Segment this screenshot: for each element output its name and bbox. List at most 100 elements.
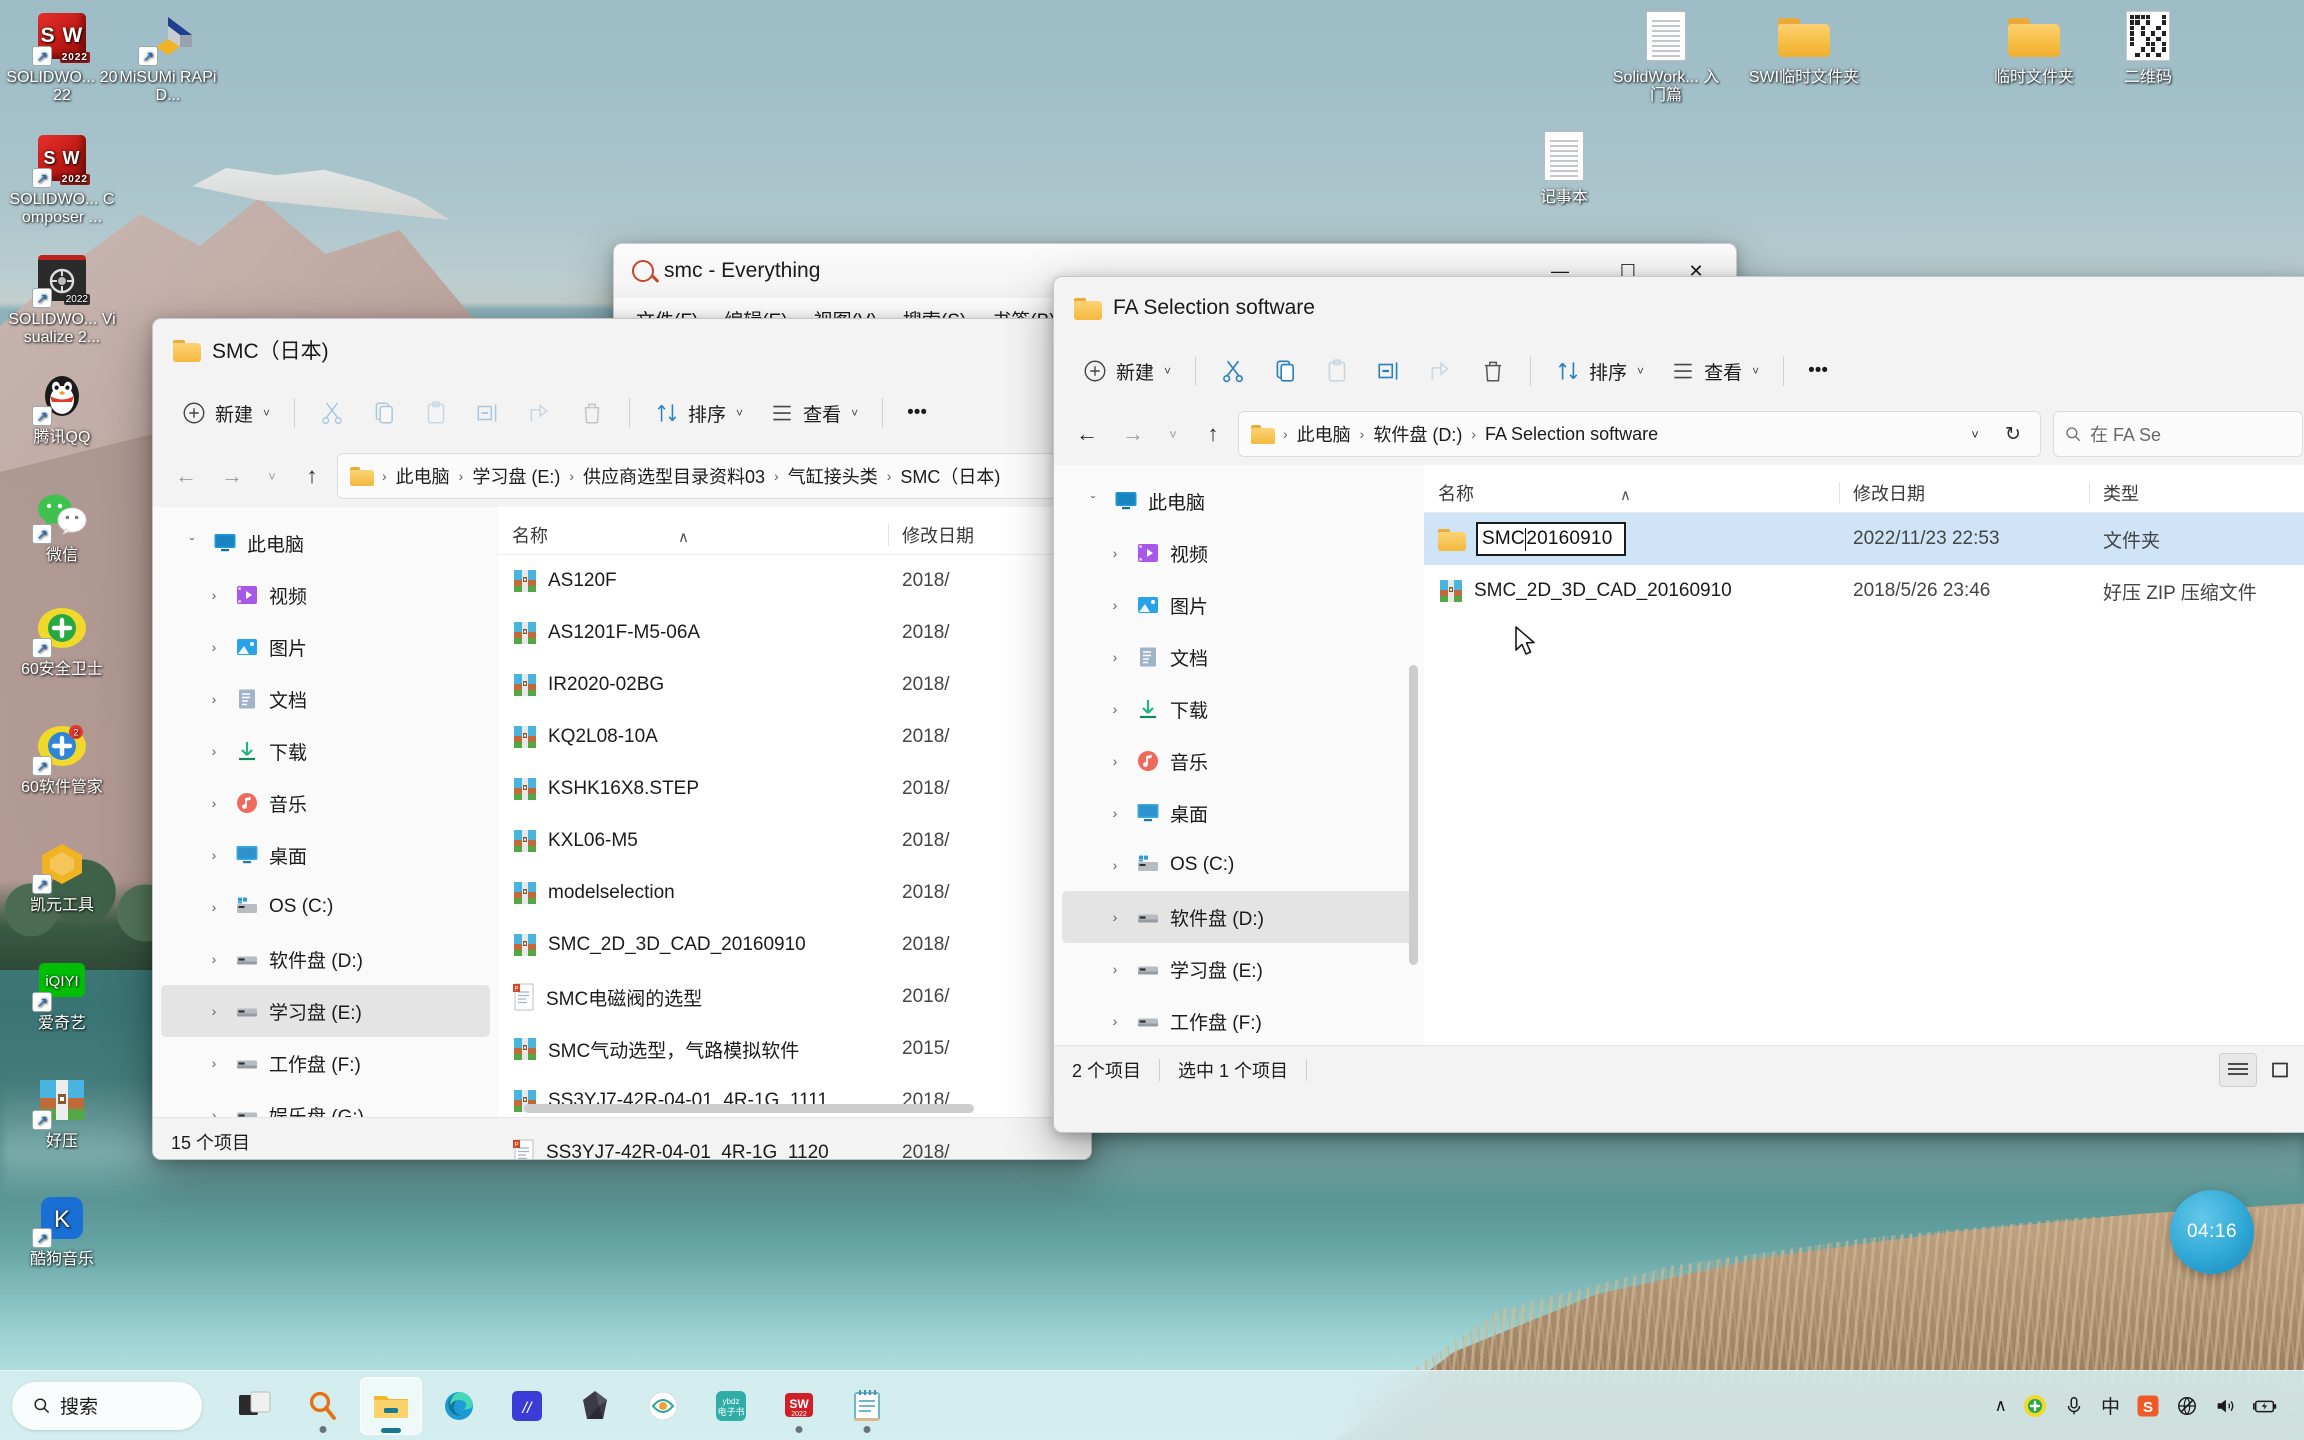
desktop-icon-tencent-qq[interactable]: ↗ 腾讯QQ bbox=[6, 368, 118, 447]
taskbar-app-obsidian-icon[interactable] bbox=[564, 1377, 626, 1435]
smc-cut-button[interactable] bbox=[307, 390, 357, 436]
fa-nav-item-9[interactable]: › 学习盘 (E:) bbox=[1062, 943, 1416, 995]
smc-row-name-cell[interactable]: AS120F bbox=[498, 568, 888, 594]
desktop-icon-kaiyuan-tools[interactable]: ↗ 凯元工具 bbox=[6, 836, 118, 915]
desktop-icon-temp-folder[interactable]: 临时文件夹 bbox=[1978, 8, 2090, 87]
fa-navigation-pane[interactable]: ˇ 此电脑 › 视频 › 图片 › 文档 › 下载 › 音乐 › 桌面 › OS… bbox=[1054, 465, 1424, 1045]
fa-breadcrumb-item-0[interactable]: 此电脑 bbox=[1292, 418, 1356, 450]
smc-breadcrumb-item-3[interactable]: 气缸接头类 bbox=[783, 460, 883, 492]
smc-file-rows[interactable]: AS120F 2018/ AS1201F-M5-06A 2018/ IR2020-0… bbox=[498, 555, 1091, 1159]
fa-row-name-cell[interactable]: SMC 20160910 bbox=[1424, 522, 1839, 556]
table-row[interactable]: AS1201F-M5-06A 2018/ bbox=[498, 607, 1091, 659]
fa-forward-button[interactable]: → bbox=[1112, 413, 1154, 455]
smc-copy-button[interactable] bbox=[359, 390, 409, 436]
chevron-right-icon[interactable]: › bbox=[1104, 649, 1126, 665]
fa-nav-item-4[interactable]: › 下载 bbox=[1062, 683, 1416, 735]
fa-search-box[interactable]: 在 FA Se bbox=[2053, 411, 2303, 457]
table-row[interactable]: P SS3YJ7-42R-04-01_4R-1G_1120 2018/ bbox=[498, 1127, 1091, 1159]
chevron-right-icon[interactable]: › bbox=[1104, 545, 1126, 561]
360-safe-tray-icon[interactable] bbox=[2023, 1394, 2047, 1418]
desktop-icon-notepad-doc[interactable]: 记事本 bbox=[1508, 128, 1620, 207]
smc-up-button[interactable]: ↑ bbox=[291, 455, 333, 497]
chevron-right-icon[interactable]: › bbox=[1104, 909, 1126, 925]
table-row[interactable]: P SMC电磁阀的选型 2016/ bbox=[498, 971, 1091, 1023]
table-row[interactable]: AS120F 2018/ bbox=[498, 555, 1091, 607]
desktop-icon-iqiyi[interactable]: iQIYI ↗ 爱奇艺 bbox=[6, 954, 118, 1033]
table-row[interactable]: SMC_2D_3D_CAD_20160910 2018/5/26 23:46 好压 … bbox=[1424, 565, 2304, 617]
chevron-down-icon[interactable]: ˇ bbox=[1082, 493, 1104, 509]
smc-row-name-cell[interactable]: KSHK16X8.STEP bbox=[498, 776, 888, 802]
smc-nav-item-5[interactable]: › 音乐 bbox=[161, 777, 490, 829]
table-row[interactable]: SS3YJ7-42R-04-01_4R-1G_1111 2018/ bbox=[498, 1075, 1091, 1127]
smc-titlebar[interactable]: SMC（日本) bbox=[153, 319, 1091, 381]
show-hidden-icons-chevron[interactable]: ∧ bbox=[1995, 1396, 2007, 1416]
desktop-icon-360-safe[interactable]: ↗ 60安全卫士 bbox=[6, 600, 118, 679]
table-row[interactable]: IR2020-02BG 2018/ bbox=[498, 659, 1091, 711]
smc-nav-item-8[interactable]: › 软件盘 (D:) bbox=[161, 933, 490, 985]
fa-nav-item-10[interactable]: › 工作盘 (F:) bbox=[1062, 995, 1416, 1045]
fa-column-headers[interactable]: 名称 ∧ 修改日期 类型 bbox=[1424, 465, 2304, 513]
smc-row-name-cell[interactable]: IR2020-02BG bbox=[498, 672, 888, 698]
fa-nav-item-2[interactable]: › 图片 bbox=[1062, 579, 1416, 631]
smc-breadcrumb-item-2[interactable]: 供应商选型目录资料03 bbox=[578, 460, 770, 492]
chevron-right-icon[interactable]: › bbox=[203, 795, 225, 811]
smc-column-name[interactable]: 名称 ∧ bbox=[498, 522, 888, 548]
taskbar-app-misumi-icon[interactable]: // bbox=[496, 1377, 558, 1435]
fa-cut-button[interactable] bbox=[1208, 348, 1258, 394]
chevron-right-icon[interactable]: › bbox=[203, 691, 225, 707]
smc-row-name-cell[interactable]: P SS3YJ7-42R-04-01_4R-1G_1120 bbox=[498, 1139, 888, 1159]
fa-nav-item-8[interactable]: › 软件盘 (D:) bbox=[1062, 891, 1416, 943]
fa-breadcrumb-item-1[interactable]: 软件盘 (D:) bbox=[1368, 418, 1467, 450]
fa-up-button[interactable]: ↑ bbox=[1192, 413, 1234, 455]
fa-rename-button[interactable] bbox=[1364, 348, 1414, 394]
fa-file-rows[interactable]: SMC 20160910 2022/11/23 22:53 文件夹 SMC_2D_3D… bbox=[1424, 513, 2304, 617]
fa-new-button[interactable]: 新建 ˅ bbox=[1070, 348, 1183, 394]
system-tray[interactable]: ∧ 中 S bbox=[1995, 1392, 2292, 1419]
chevron-right-icon[interactable]: › bbox=[1104, 1013, 1126, 1029]
chevron-right-icon[interactable]: › bbox=[203, 951, 225, 967]
smc-row-name-cell[interactable]: KQ2L08-10A bbox=[498, 724, 888, 750]
fa-view-button[interactable]: 查看 ˅ bbox=[1658, 348, 1771, 394]
taskbar-app-taskview-icon[interactable] bbox=[224, 1377, 286, 1435]
smc-view-button[interactable]: 查看 ˅ bbox=[757, 390, 870, 436]
smc-nav-item-4[interactable]: › 下载 bbox=[161, 725, 490, 777]
chevron-right-icon[interactable]: › bbox=[203, 1107, 225, 1117]
fa-file-list-pane[interactable]: 名称 ∧ 修改日期 类型 SMC 20160910 2022/11/23 22:53… bbox=[1424, 465, 2304, 1045]
smc-forward-button[interactable]: → bbox=[211, 455, 253, 497]
desktop-icon-wechat[interactable]: ↗ 微信 bbox=[6, 486, 118, 565]
chevron-right-icon[interactable]: › bbox=[1104, 597, 1126, 613]
smc-explorer-window[interactable]: SMC（日本) 新建 ˅ 排序 ˅ 查看 ˅ ••• ← → ˅ ↑ › 此电脑… bbox=[152, 318, 1092, 1160]
taskbar-app-file-explorer-icon[interactable] bbox=[360, 1376, 422, 1435]
table-row[interactable]: modelselection 2018/ bbox=[498, 867, 1091, 919]
chevron-right-icon[interactable]: › bbox=[203, 639, 225, 655]
smc-nav-item-2[interactable]: › 图片 bbox=[161, 621, 490, 673]
fa-column-date[interactable]: 修改日期 bbox=[1839, 480, 2089, 506]
smc-delete-button[interactable] bbox=[567, 390, 617, 436]
chevron-right-icon[interactable]: › bbox=[203, 899, 225, 915]
chevron-right-icon[interactable]: › bbox=[203, 743, 225, 759]
chevron-right-icon[interactable]: › bbox=[1104, 701, 1126, 717]
taskbar-app-wps-icon[interactable] bbox=[632, 1377, 694, 1435]
taskbar-app-everything-icon[interactable] bbox=[292, 1377, 354, 1435]
taskbar-app-buttons[interactable]: //ybdz 电子书 SW 2022 bbox=[224, 1376, 898, 1435]
smc-nav-item-10[interactable]: › 工作盘 (F:) bbox=[161, 1037, 490, 1089]
volume-icon[interactable] bbox=[2214, 1395, 2236, 1417]
smc-row-name-cell[interactable]: SMC气动选型，气路模拟软件 bbox=[498, 1036, 888, 1063]
smc-nav-item-7[interactable]: › OS (C:) bbox=[161, 881, 490, 933]
smc-toolbar[interactable]: 新建 ˅ 排序 ˅ 查看 ˅ ••• bbox=[153, 381, 1091, 445]
taskbar[interactable]: 搜索 //ybdz 电子书 SW 2022 ∧ 中 S bbox=[0, 1370, 2304, 1440]
fa-nav-item-3[interactable]: › 文档 bbox=[1062, 631, 1416, 683]
table-row[interactable]: SMC_2D_3D_CAD_20160910 2018/ bbox=[498, 919, 1091, 971]
smc-nav-item-11[interactable]: › 娱乐盘 (G:) bbox=[161, 1089, 490, 1117]
desktop-icon-kugou-music[interactable]: K ↗ 酷狗音乐 bbox=[6, 1190, 118, 1269]
fa-more-button[interactable]: ••• bbox=[1796, 348, 1840, 394]
smc-row-name-cell[interactable]: KXL06-M5 bbox=[498, 828, 888, 854]
fa-back-button[interactable]: ← bbox=[1066, 413, 1108, 455]
fa-nav-item-0[interactable]: ˇ 此电脑 bbox=[1062, 475, 1416, 527]
desktop-icon-haozip[interactable]: ↗ 好压 bbox=[6, 1072, 118, 1151]
taskbar-app-ybdz-icon[interactable]: ybdz 电子书 bbox=[700, 1377, 762, 1435]
sogou-ime-icon[interactable]: S bbox=[2136, 1394, 2160, 1418]
desktop-icon-solidworks-visualize[interactable]: 2022 ↗ SOLIDWO... Visualize 2... bbox=[6, 250, 118, 348]
smc-navigation-pane[interactable]: ˇ 此电脑 › 视频 › 图片 › 文档 › 下载 › 音乐 › 桌面 › OS… bbox=[153, 507, 498, 1117]
desktop-clock-widget[interactable]: 04:16 bbox=[2170, 1190, 2254, 1274]
